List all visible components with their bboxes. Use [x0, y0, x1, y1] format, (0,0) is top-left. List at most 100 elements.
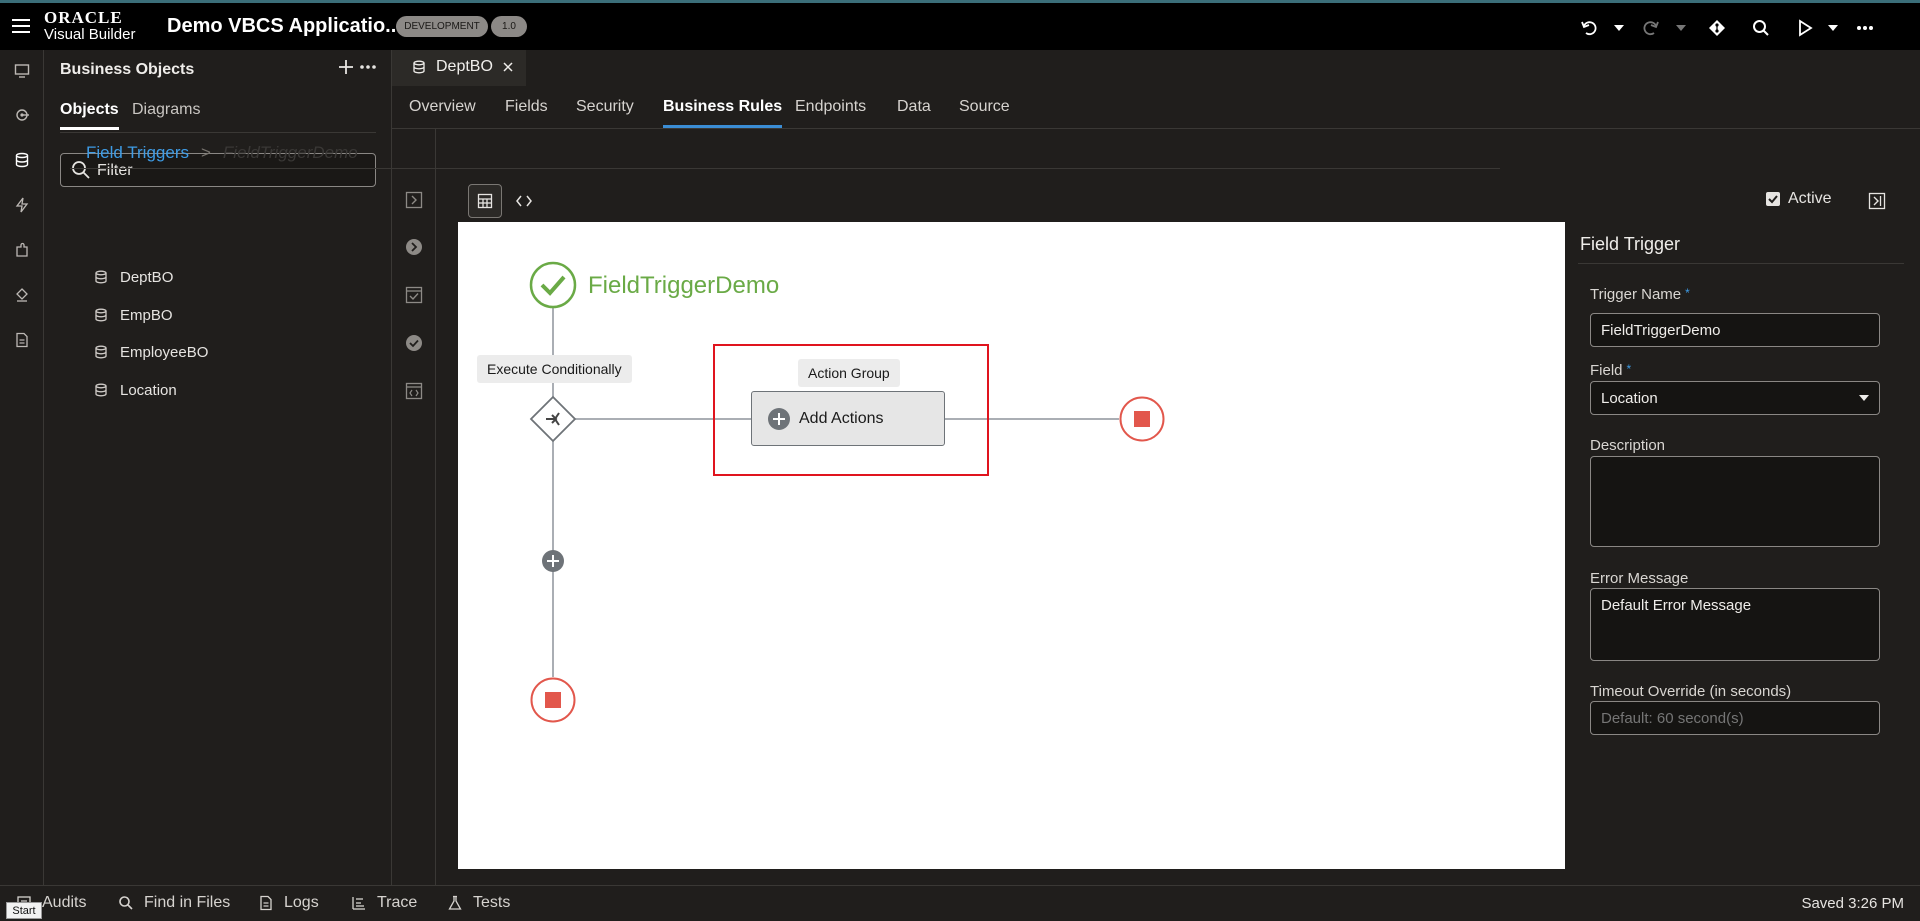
database-icon — [94, 345, 112, 359]
breadcrumb-field-triggers[interactable]: Field Triggers — [86, 143, 189, 162]
active-checkbox[interactable]: Active — [1766, 190, 1832, 208]
redo-icon[interactable] — [1640, 17, 1662, 39]
object-validators-icon[interactable] — [405, 286, 423, 304]
required-marker: * — [1626, 362, 1632, 376]
source-files-icon[interactable] — [11, 329, 33, 351]
tab-diagrams[interactable]: Diagrams — [132, 101, 200, 127]
editor-tabs: Overview Fields Security Business Rules … — [392, 87, 1920, 129]
more-icon[interactable] — [1854, 17, 1876, 39]
navigator-rail — [0, 50, 44, 885]
undo-dropdown-icon[interactable] — [1612, 17, 1626, 39]
action-group-label: Action Group — [798, 359, 900, 387]
database-icon — [94, 383, 112, 397]
database-icon — [94, 308, 112, 322]
footer-tests[interactable]: Tests — [447, 894, 510, 912]
git-icon[interactable] — [1706, 17, 1728, 39]
field-select[interactable]: Location — [1590, 381, 1880, 415]
condition-diamond-icon[interactable] — [529, 395, 577, 443]
tab-source[interactable]: Source — [959, 98, 1010, 125]
code-view-button[interactable] — [507, 184, 541, 218]
breadcrumb-current: FieldTriggerDemo — [222, 143, 358, 162]
field-validators-icon[interactable] — [405, 334, 423, 352]
error-message-label: Error Message — [1590, 570, 1689, 587]
add-actions-button[interactable]: Add Actions — [751, 391, 945, 446]
add-circle-icon — [767, 407, 791, 431]
list-item[interactable]: EmployeeBO — [94, 340, 208, 364]
error-message-textarea[interactable]: Default Error Message — [1590, 588, 1880, 661]
list-item-label: EmployeeBO — [120, 343, 209, 361]
search-icon[interactable] — [1750, 17, 1772, 39]
end-node-icon[interactable] — [1119, 396, 1165, 442]
list-item-label: EmpBO — [120, 306, 173, 324]
footer-logs[interactable]: Logs — [258, 894, 319, 912]
add-business-object-plus-icon[interactable] — [337, 58, 355, 76]
start-node-icon[interactable] — [529, 261, 577, 309]
tab-overview[interactable]: Overview — [409, 98, 476, 125]
panel-title: Business Objects — [60, 61, 195, 78]
panel-more-icon[interactable] — [359, 64, 377, 70]
footer-find-in-files[interactable]: Find in Files — [118, 894, 230, 912]
start-tooltip: Start — [6, 902, 42, 919]
processes-icon[interactable] — [11, 284, 33, 306]
oracle-logo: ORACLE Visual Builder — [44, 8, 136, 43]
tab-endpoints[interactable]: Endpoints — [795, 98, 866, 125]
flow-connectors — [552, 294, 1119, 677]
add-branch-icon[interactable] — [541, 549, 565, 573]
components-icon[interactable] — [11, 239, 33, 261]
end-node-icon[interactable] — [530, 677, 576, 723]
run-dropdown-icon[interactable] — [1826, 17, 1840, 39]
object-triggers-icon[interactable] — [405, 191, 423, 209]
trigger-name-input[interactable] — [1590, 313, 1880, 347]
timeout-input[interactable] — [1590, 701, 1880, 735]
list-item-label: Location — [120, 381, 177, 399]
business-objects-icon[interactable] — [11, 149, 33, 171]
list-item[interactable]: EmpBO — [94, 303, 173, 327]
search-icon — [71, 160, 91, 180]
close-icon[interactable] — [503, 62, 513, 72]
properties-title: Field Trigger — [1580, 234, 1681, 254]
save-status: Saved 3:26 PM — [1801, 895, 1904, 912]
panel-tabs: Objects Diagrams — [60, 101, 376, 133]
active-label: Active — [1788, 190, 1832, 207]
menu-icon[interactable] — [10, 15, 32, 37]
tab-fields[interactable]: Fields — [505, 98, 548, 125]
run-play-icon[interactable] — [1794, 17, 1816, 39]
redo-dropdown-icon[interactable] — [1674, 17, 1688, 39]
divider — [1578, 263, 1904, 264]
filter-input[interactable] — [97, 160, 367, 182]
file-tab-deptbo[interactable]: DeptBO — [392, 50, 526, 86]
list-item-label: DeptBO — [120, 268, 174, 286]
timeout-label: Timeout Override (in seconds) — [1590, 683, 1792, 700]
checkbox-checked-icon — [1766, 192, 1780, 206]
breadcrumb: Field Triggers > FieldTriggerDemo — [86, 143, 358, 163]
app-header: ORACLE Visual Builder Demo VBCS Applicat… — [0, 0, 1920, 50]
app-title[interactable]: Demo VBCS Applicatio... — [167, 15, 402, 38]
tab-security[interactable]: Security — [576, 98, 634, 125]
events-icon[interactable] — [11, 194, 33, 216]
services-icon[interactable] — [11, 104, 33, 126]
trigger-flow-canvas: FieldTriggerDemo Execute Conditionally A… — [458, 222, 1565, 869]
list-item[interactable]: DeptBO — [94, 265, 173, 289]
diagram-view-button[interactable] — [468, 184, 502, 218]
file-tab-label: DeptBO — [436, 58, 493, 75]
trace-icon — [352, 897, 365, 910]
list-item[interactable]: Location — [94, 378, 177, 402]
divider — [70, 168, 1500, 169]
web-apps-icon[interactable] — [11, 60, 33, 82]
properties-panel: Field Trigger Trigger Name* Field* Locat… — [1578, 222, 1904, 822]
business-rules-rail — [392, 129, 436, 885]
object-functions-icon[interactable] — [405, 382, 423, 400]
tab-business-rules[interactable]: Business Rules — [663, 98, 783, 128]
environment-badge: DEVELOPMENT — [396, 16, 488, 37]
description-textarea[interactable] — [1590, 456, 1880, 547]
tab-objects[interactable]: Objects — [60, 101, 119, 130]
field-select-value: Location — [1601, 389, 1658, 407]
undo-icon[interactable] — [1578, 17, 1600, 39]
field-triggers-icon[interactable] — [405, 238, 423, 256]
tab-data[interactable]: Data — [897, 98, 931, 125]
database-icon — [412, 60, 426, 74]
trigger-name-label: Trigger Name * — [1590, 286, 1690, 303]
footer-trace[interactable]: Trace — [351, 894, 417, 912]
field-label: Field * — [1590, 362, 1632, 379]
collapse-properties-icon[interactable] — [1868, 192, 1886, 210]
